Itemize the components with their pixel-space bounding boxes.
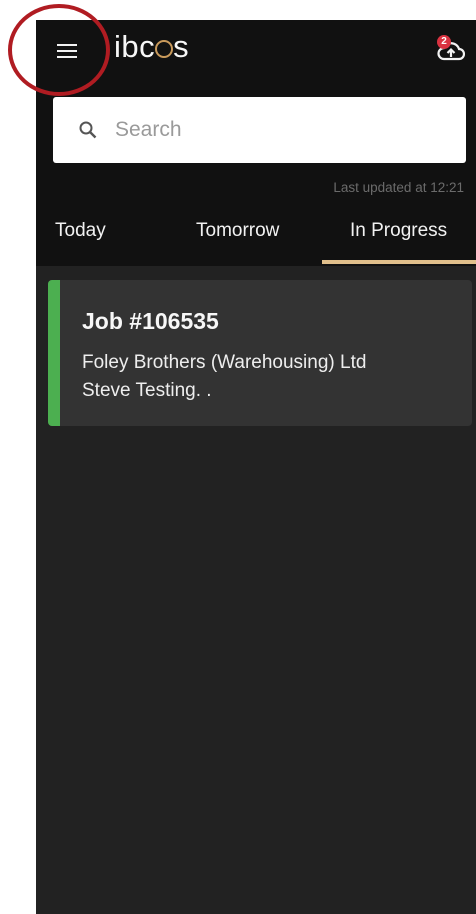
app-screen: ibcs 2 Last updated at 12:21 Today Tomor… xyxy=(36,20,476,914)
search-icon xyxy=(79,121,97,139)
tab-in-progress[interactable]: In Progress xyxy=(350,220,447,242)
job-description: Steve Testing. . xyxy=(82,380,212,401)
ibcos-logo: ibc s xyxy=(114,29,190,64)
last-updated-text: Last updated at 12:21 xyxy=(333,180,464,195)
search-input[interactable] xyxy=(113,117,437,143)
app-bar: ibcs 2 Last updated at 12:21 Today Tomor… xyxy=(36,20,476,266)
hamburger-menu-icon[interactable] xyxy=(52,36,82,66)
tab-tomorrow[interactable]: Tomorrow xyxy=(196,220,279,242)
logo-ring xyxy=(155,40,174,58)
cloud-upload-button[interactable]: 2 xyxy=(433,32,469,72)
upload-count-badge: 2 xyxy=(437,35,451,49)
search-bar[interactable] xyxy=(53,97,466,163)
active-tab-indicator xyxy=(322,260,476,264)
job-status-stripe xyxy=(48,280,60,426)
job-title: Job #106535 xyxy=(82,308,219,334)
job-customer: Foley Brothers (Warehousing) Ltd xyxy=(82,352,367,373)
tab-today[interactable]: Today xyxy=(55,220,106,242)
job-card[interactable]: Job #106535 Foley Brothers (Warehousing)… xyxy=(48,280,472,426)
